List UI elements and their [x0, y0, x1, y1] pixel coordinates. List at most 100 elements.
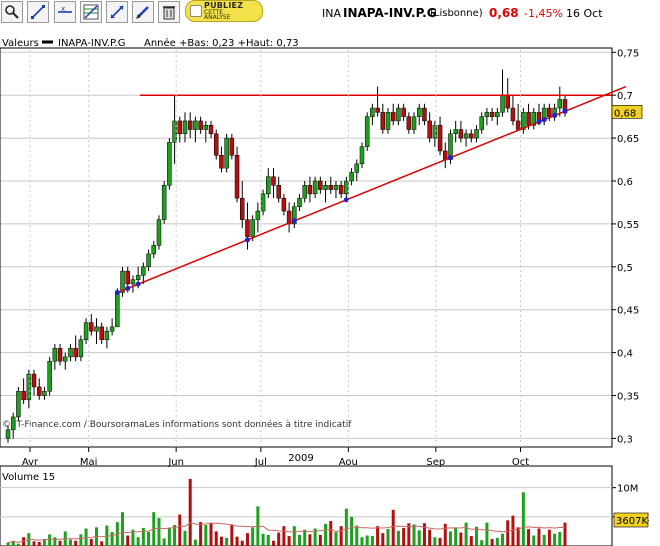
volume-bar [167, 527, 171, 546]
candle-body [515, 120, 521, 130]
volume-bar [136, 537, 140, 546]
candle-body [161, 185, 167, 220]
candle-body [333, 185, 339, 190]
volume-bar [240, 540, 244, 546]
price-tick-label: 0,35 [617, 392, 639, 403]
price-change: -1,45% [524, 7, 563, 20]
pivot-point [447, 155, 453, 161]
candle-body [250, 219, 255, 238]
candle-body [266, 176, 271, 195]
candle-body [115, 292, 120, 328]
price-tick-label: 0,65 [617, 134, 639, 145]
volume-bar [402, 527, 406, 546]
volume-bar [318, 534, 322, 546]
last-price-tag: 0,68 [611, 105, 643, 119]
volume-tick-label: 10M [617, 484, 638, 495]
volume-bar [558, 532, 562, 546]
volume-bar [271, 540, 275, 546]
volume-bar [511, 515, 515, 546]
candlestick-series [5, 69, 568, 443]
candle-body [443, 150, 448, 160]
fibonacci-icon[interactable] [80, 1, 102, 23]
volume-bar [386, 529, 390, 546]
candle-body [427, 120, 432, 139]
volume-bar [68, 539, 72, 546]
candle-body [182, 120, 188, 135]
draw-line-icon[interactable] [27, 1, 49, 23]
volume-bar [485, 522, 489, 546]
volume-bar [147, 532, 151, 546]
candle-body [135, 275, 141, 280]
candle-body [390, 112, 396, 122]
candle-body [312, 180, 318, 195]
volume-bar [490, 539, 494, 546]
zoom-icon[interactable] [1, 1, 23, 23]
volume-bar [433, 537, 437, 546]
candle-body [547, 107, 552, 117]
volume-bar [225, 537, 229, 546]
candle-body [458, 129, 464, 139]
candle-body [416, 107, 422, 117]
volume-bar [204, 525, 208, 546]
candle-body [73, 348, 78, 358]
volume-bar [443, 523, 447, 546]
price-tick-label: 0,5 [617, 263, 633, 274]
volume-bar [438, 537, 442, 546]
price-panel-frame [0, 47, 613, 448]
market-name: (Lisbonne) [430, 8, 483, 19]
price-tick-label: 0,4 [617, 349, 633, 360]
pivot-point [244, 237, 250, 243]
candle-body [260, 193, 266, 212]
volume-bar [542, 534, 546, 546]
volume-bar [292, 526, 296, 546]
candle-body [5, 429, 11, 439]
volume-bar [178, 514, 182, 546]
pivot-point [135, 281, 141, 287]
volume-bar [459, 532, 463, 546]
candle-body [78, 339, 84, 358]
price-tick-label: 0,55 [617, 220, 639, 231]
price-tick-label: 0,3 [617, 434, 633, 445]
volume-bar [277, 532, 281, 546]
legend-series: INAPA-INV.P.G [58, 38, 125, 49]
volume-bar [396, 530, 400, 546]
move-icon[interactable] [106, 1, 128, 23]
year-label: 2009 [288, 453, 313, 464]
volume-bar [48, 534, 52, 546]
candle-body [146, 253, 151, 268]
volume-bar [266, 534, 270, 546]
volume-bar [89, 539, 93, 546]
support-trendline[interactable] [117, 85, 627, 294]
price-tick-label: 0,6 [617, 177, 633, 188]
volume-bar [506, 520, 510, 546]
candle-body [42, 390, 47, 396]
horizontal-line-icon[interactable]: x [54, 1, 76, 23]
volume-bar [355, 525, 359, 546]
candle-body [213, 133, 219, 156]
quote-date: 16 Oct [566, 7, 603, 20]
volume-bar [282, 526, 286, 546]
candle-body [109, 326, 115, 332]
trash-icon[interactable] [158, 1, 180, 23]
volume-bar [79, 534, 83, 546]
volume-bar [209, 522, 213, 546]
volume-bar [547, 529, 551, 546]
candle-body [36, 386, 42, 396]
pivot-point [562, 108, 568, 114]
volume-tag-value: 3607K [616, 516, 648, 527]
chart-toolbar: x PUBLIEZ CETTE ANALYSE INA INAPA-INV.P.… [0, 0, 660, 26]
pencil-icon[interactable] [132, 1, 154, 23]
volume-bar [448, 531, 452, 546]
candle-body [328, 185, 333, 190]
candle-body [219, 155, 224, 169]
candle-body [141, 266, 146, 276]
volume-bar [100, 541, 104, 546]
volume-bar [188, 478, 192, 546]
volume-bar [141, 527, 145, 546]
candle-body [52, 348, 58, 362]
candle-body [510, 107, 516, 122]
publish-analysis-button[interactable]: PUBLIEZ CETTE ANALYSE [185, 0, 263, 22]
volume-bar [324, 523, 328, 546]
volume-title: Volume 15 [2, 472, 55, 483]
candle-body [318, 180, 323, 190]
